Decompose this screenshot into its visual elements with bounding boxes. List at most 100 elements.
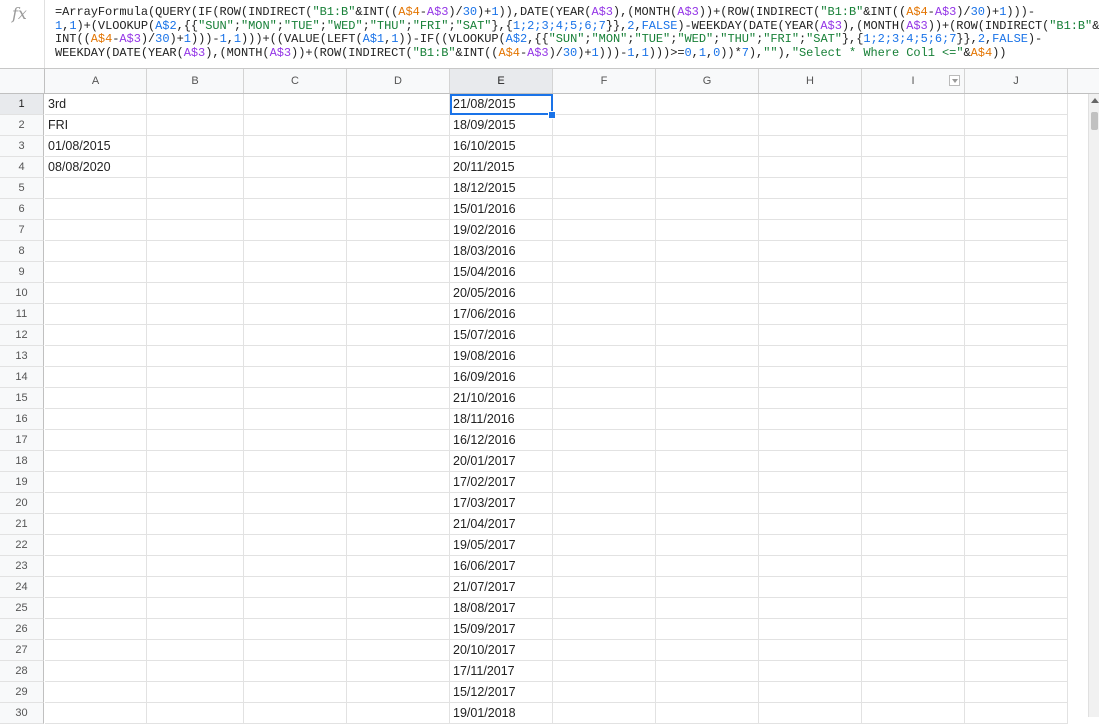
cell-i26[interactable] bbox=[862, 619, 965, 640]
cell-b18[interactable] bbox=[147, 451, 244, 472]
cell-d20[interactable] bbox=[347, 493, 450, 514]
cell-e10[interactable]: 20/05/2016 bbox=[450, 283, 553, 304]
row-header[interactable]: 10 bbox=[0, 283, 44, 304]
cell-j14[interactable] bbox=[965, 367, 1068, 388]
cell-i13[interactable] bbox=[862, 346, 965, 367]
cell-d6[interactable] bbox=[347, 199, 450, 220]
cell-h4[interactable] bbox=[759, 157, 862, 178]
cell-c30[interactable] bbox=[244, 703, 347, 724]
cell-j27[interactable] bbox=[965, 640, 1068, 661]
cell-j9[interactable] bbox=[965, 262, 1068, 283]
cell-i18[interactable] bbox=[862, 451, 965, 472]
cell-i1[interactable] bbox=[862, 94, 965, 115]
column-header-i[interactable]: I bbox=[862, 69, 965, 93]
row-header[interactable]: 1 bbox=[0, 94, 44, 115]
cell-d25[interactable] bbox=[347, 598, 450, 619]
cell-j26[interactable] bbox=[965, 619, 1068, 640]
cell-f30[interactable] bbox=[553, 703, 656, 724]
cell-d9[interactable] bbox=[347, 262, 450, 283]
cell-j2[interactable] bbox=[965, 115, 1068, 136]
column-header-c[interactable]: C bbox=[244, 69, 347, 93]
cell-f18[interactable] bbox=[553, 451, 656, 472]
cell-d10[interactable] bbox=[347, 283, 450, 304]
cell-g5[interactable] bbox=[656, 178, 759, 199]
row-header[interactable]: 7 bbox=[0, 220, 44, 241]
row-header[interactable]: 18 bbox=[0, 451, 44, 472]
cell-g16[interactable] bbox=[656, 409, 759, 430]
cell-a30[interactable] bbox=[45, 703, 147, 724]
cell-b3[interactable] bbox=[147, 136, 244, 157]
row-header[interactable]: 11 bbox=[0, 304, 44, 325]
cell-b28[interactable] bbox=[147, 661, 244, 682]
cell-f12[interactable] bbox=[553, 325, 656, 346]
cell-i20[interactable] bbox=[862, 493, 965, 514]
cell-j30[interactable] bbox=[965, 703, 1068, 724]
row-header[interactable]: 15 bbox=[0, 388, 44, 409]
cell-b22[interactable] bbox=[147, 535, 244, 556]
cell-f11[interactable] bbox=[553, 304, 656, 325]
cell-i3[interactable] bbox=[862, 136, 965, 157]
cell-a20[interactable] bbox=[45, 493, 147, 514]
cell-i5[interactable] bbox=[862, 178, 965, 199]
cell-j15[interactable] bbox=[965, 388, 1068, 409]
cell-j1[interactable] bbox=[965, 94, 1068, 115]
cell-e4[interactable]: 20/11/2015 bbox=[450, 157, 553, 178]
cell-e16[interactable]: 18/11/2016 bbox=[450, 409, 553, 430]
cell-c4[interactable] bbox=[244, 157, 347, 178]
cell-j11[interactable] bbox=[965, 304, 1068, 325]
cell-d26[interactable] bbox=[347, 619, 450, 640]
cell-j4[interactable] bbox=[965, 157, 1068, 178]
cell-j16[interactable] bbox=[965, 409, 1068, 430]
cell-f25[interactable] bbox=[553, 598, 656, 619]
cell-a19[interactable] bbox=[45, 472, 147, 493]
cell-g1[interactable] bbox=[656, 94, 759, 115]
cell-c8[interactable] bbox=[244, 241, 347, 262]
cell-d24[interactable] bbox=[347, 577, 450, 598]
cell-f16[interactable] bbox=[553, 409, 656, 430]
cell-c16[interactable] bbox=[244, 409, 347, 430]
cell-h22[interactable] bbox=[759, 535, 862, 556]
cell-g2[interactable] bbox=[656, 115, 759, 136]
cell-i19[interactable] bbox=[862, 472, 965, 493]
cell-c6[interactable] bbox=[244, 199, 347, 220]
cell-j5[interactable] bbox=[965, 178, 1068, 199]
cell-i21[interactable] bbox=[862, 514, 965, 535]
cell-h28[interactable] bbox=[759, 661, 862, 682]
cell-g26[interactable] bbox=[656, 619, 759, 640]
cell-d28[interactable] bbox=[347, 661, 450, 682]
cell-j8[interactable] bbox=[965, 241, 1068, 262]
cell-c11[interactable] bbox=[244, 304, 347, 325]
cell-e3[interactable]: 16/10/2015 bbox=[450, 136, 553, 157]
cell-h30[interactable] bbox=[759, 703, 862, 724]
cell-c1[interactable] bbox=[244, 94, 347, 115]
row-header[interactable]: 13 bbox=[0, 346, 44, 367]
scroll-thumb[interactable] bbox=[1091, 112, 1098, 130]
cell-f24[interactable] bbox=[553, 577, 656, 598]
cell-f6[interactable] bbox=[553, 199, 656, 220]
cell-d7[interactable] bbox=[347, 220, 450, 241]
cell-i22[interactable] bbox=[862, 535, 965, 556]
cell-d22[interactable] bbox=[347, 535, 450, 556]
cell-b23[interactable] bbox=[147, 556, 244, 577]
cell-h6[interactable] bbox=[759, 199, 862, 220]
cell-a4[interactable]: 08/08/2020 bbox=[45, 157, 147, 178]
cell-f23[interactable] bbox=[553, 556, 656, 577]
cell-a11[interactable] bbox=[45, 304, 147, 325]
cell-f5[interactable] bbox=[553, 178, 656, 199]
cell-c25[interactable] bbox=[244, 598, 347, 619]
cell-e14[interactable]: 16/09/2016 bbox=[450, 367, 553, 388]
row-header[interactable]: 4 bbox=[0, 157, 44, 178]
cell-e5[interactable]: 18/12/2015 bbox=[450, 178, 553, 199]
cell-c10[interactable] bbox=[244, 283, 347, 304]
cell-i29[interactable] bbox=[862, 682, 965, 703]
cell-d30[interactable] bbox=[347, 703, 450, 724]
cell-h12[interactable] bbox=[759, 325, 862, 346]
cell-b15[interactable] bbox=[147, 388, 244, 409]
cell-a1[interactable]: 3rd bbox=[45, 94, 147, 115]
cell-d29[interactable] bbox=[347, 682, 450, 703]
cell-g29[interactable] bbox=[656, 682, 759, 703]
cell-i28[interactable] bbox=[862, 661, 965, 682]
column-header-b[interactable]: B bbox=[147, 69, 244, 93]
cell-d12[interactable] bbox=[347, 325, 450, 346]
cell-e30[interactable]: 19/01/2018 bbox=[450, 703, 553, 724]
